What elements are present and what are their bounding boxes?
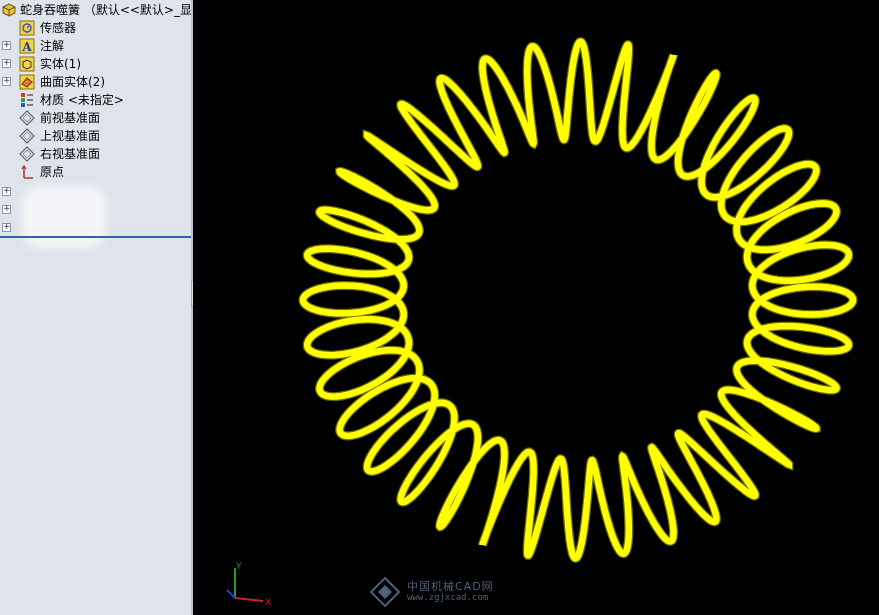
feature-manager-tree: 蛇身吞噬簧 （默认<<默认>_显示 传感器 + A 注解 + 实体(1) + 曲…: [0, 0, 191, 615]
annotation-icon: A: [19, 38, 35, 54]
expand-icon[interactable]: +: [2, 223, 11, 232]
spring-wire[interactable]: [299, 38, 857, 562]
plane-icon: [19, 110, 35, 126]
tree-item-annotations[interactable]: + A 注解: [0, 37, 191, 55]
solid-body-icon: [19, 56, 35, 72]
tree-item-label: 上视基准面: [40, 129, 101, 143]
tree-item-surface-bodies[interactable]: + 曲面实体(2): [0, 73, 191, 91]
axis-y-label: Y: [235, 562, 242, 572]
graphics-viewport[interactable]: X Y 中国机械CAD网 www.zgjxcad.com: [193, 0, 879, 615]
tree-item-label: 注解: [40, 39, 65, 53]
tree-root-label: 蛇身吞噬簧 （默认<<默认>_显示: [20, 3, 191, 17]
tree-item-label: 右视基准面: [40, 147, 101, 161]
watermark-url: www.zgjxcad.com: [407, 593, 489, 603]
origin-icon: [21, 164, 33, 179]
tree-item-solid-bodies[interactable]: + 实体(1): [0, 55, 191, 73]
tree-item-label: 原点: [40, 165, 65, 179]
tree-item-sensors[interactable]: 传感器: [0, 19, 191, 37]
redacted-area: [22, 186, 106, 248]
tree-item-label: 曲面实体(2): [40, 75, 105, 89]
sensor-icon: [19, 20, 35, 36]
axis-x-label: X: [265, 598, 271, 608]
tree-root-part[interactable]: 蛇身吞噬簧 （默认<<默认>_显示: [0, 1, 191, 19]
tree-item-origin[interactable]: 原点: [0, 163, 191, 181]
expand-icon[interactable]: +: [2, 41, 11, 50]
tree-item-label: 实体(1): [40, 57, 81, 71]
tree-item-label: 材质 <未指定>: [40, 93, 124, 107]
material-icon: [21, 93, 33, 107]
spring-wire-shadow: [298, 37, 858, 563]
tree-item-label: 传感器: [40, 21, 77, 35]
plane-icon: [19, 146, 35, 162]
watermark-site-name: 中国机械CAD网: [407, 580, 494, 593]
watermark-logo-icon: [369, 576, 401, 608]
rollback-bar[interactable]: [0, 236, 191, 238]
expand-icon[interactable]: +: [2, 187, 11, 196]
surface-body-icon: [19, 74, 35, 90]
expand-icon[interactable]: +: [2, 59, 11, 68]
tree-item-front-plane[interactable]: 前视基准面: [0, 109, 191, 127]
watermark: 中国机械CAD网 www.zgjxcad.com: [369, 574, 529, 610]
tree-item-right-plane[interactable]: 右视基准面: [0, 145, 191, 163]
reference-triad-icon: X Y: [226, 562, 271, 608]
helical-spring-model[interactable]: [193, 0, 879, 615]
expand-icon[interactable]: +: [2, 205, 11, 214]
plane-icon: [19, 128, 35, 144]
svg-text:A: A: [21, 40, 32, 54]
tree-item-label: 前视基准面: [40, 111, 101, 125]
tree-item-material[interactable]: 材质 <未指定>: [0, 91, 191, 109]
part-icon: [2, 3, 16, 17]
tree-item-top-plane[interactable]: 上视基准面: [0, 127, 191, 145]
expand-icon[interactable]: +: [2, 77, 11, 86]
